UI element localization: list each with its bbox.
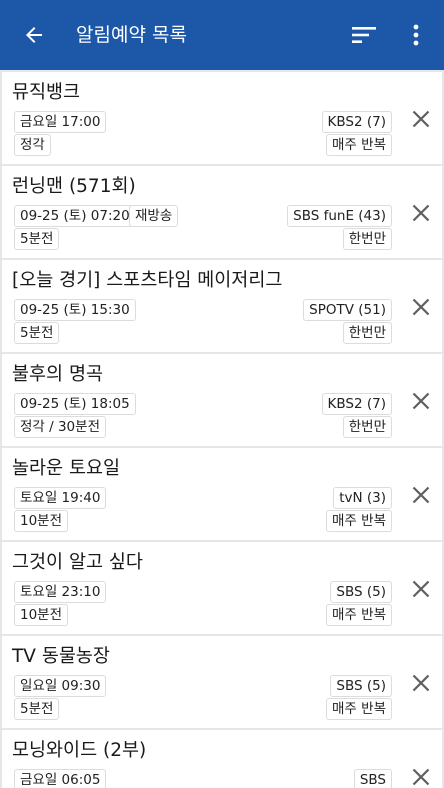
reservation-item[interactable]: TV 동물농장 일요일 09:30 SBS (5) 5분전 매주 반복 — [2, 636, 442, 728]
close-icon — [412, 392, 430, 410]
channel-chip: SBS (5) — [330, 581, 392, 603]
more-options-button[interactable] — [398, 17, 434, 53]
delete-button[interactable] — [406, 386, 436, 416]
program-title: 그것이 알고 싶다 — [12, 552, 143, 573]
delete-button[interactable] — [406, 574, 436, 604]
app-bar: 알림예약 목록 — [0, 0, 444, 70]
reservation-item[interactable]: 뮤직뱅크 금요일 17:00 KBS2 (7) 정각 매주 반복 — [2, 72, 442, 164]
close-icon — [412, 580, 430, 598]
page-title: 알림예약 목록 — [76, 24, 187, 46]
notify-chip: 10분전 — [14, 510, 69, 532]
notify-chip: 10분전 — [14, 604, 69, 626]
schedule-chip: 토요일 23:10 — [14, 581, 107, 603]
delete-button[interactable] — [406, 292, 436, 322]
program-title: 런닝맨 (571회) — [12, 176, 136, 197]
channel-chip: KBS2 (7) — [321, 393, 392, 415]
delete-button[interactable] — [406, 480, 436, 510]
program-title: [오늘 경기] 스포츠타임 메이저리그 — [12, 270, 283, 291]
program-title: 놀라운 토요일 — [12, 458, 121, 479]
channel-chip: SBS (5) — [330, 675, 392, 697]
channel-chip: SBS — [353, 769, 392, 788]
close-icon — [412, 768, 430, 786]
repeat-chip: 한번만 — [342, 416, 392, 438]
sort-icon — [352, 27, 376, 43]
close-icon — [412, 110, 430, 128]
notify-chip: 정각 / 30분전 — [14, 416, 106, 438]
sort-button[interactable] — [346, 17, 382, 53]
program-title: 모닝와이드 (2부) — [12, 740, 147, 761]
reservation-list[interactable]: 뮤직뱅크 금요일 17:00 KBS2 (7) 정각 매주 반복 런닝맨 (57… — [2, 70, 442, 788]
repeat-chip: 매주 반복 — [326, 134, 392, 156]
reservation-item[interactable]: [오늘 경기] 스포츠타임 메이저리그 09-25 (토) 15:30 SPOT… — [2, 260, 442, 352]
reservation-item[interactable]: 불후의 명곡 09-25 (토) 18:05 KBS2 (7) 정각 / 30분… — [2, 354, 442, 446]
channel-chip: SBS funE (43) — [287, 205, 392, 227]
back-arrow-icon — [26, 27, 42, 43]
schedule-chip: 토요일 19:40 — [14, 487, 107, 509]
schedule-chip: 금요일 06:05 — [14, 769, 107, 788]
schedule-chip: 일요일 09:30 — [14, 675, 107, 697]
schedule-chip: 09-25 (토) 07:20 — [14, 205, 136, 227]
reservation-item[interactable]: 놀라운 토요일 토요일 19:40 tvN (3) 10분전 매주 반복 — [2, 448, 442, 540]
program-title: 뮤직뱅크 — [12, 82, 81, 103]
repeat-chip: 매주 반복 — [326, 698, 392, 720]
schedule-chip: 금요일 17:00 — [14, 111, 107, 133]
delete-button[interactable] — [406, 668, 436, 698]
rerun-chip: 재방송 — [129, 205, 179, 227]
notify-chip: 5분전 — [14, 698, 60, 720]
notify-chip: 정각 — [14, 134, 51, 156]
close-icon — [412, 486, 430, 504]
channel-chip: KBS2 (7) — [321, 111, 392, 133]
notify-chip: 5분전 — [14, 322, 60, 344]
close-icon — [412, 674, 430, 692]
program-title: TV 동물농장 — [12, 646, 110, 667]
more-vert-icon — [413, 24, 419, 46]
schedule-chip: 09-25 (토) 15:30 — [14, 299, 136, 321]
repeat-chip: 한번만 — [342, 228, 392, 250]
repeat-chip: 매주 반복 — [326, 604, 392, 626]
notify-chip: 5분전 — [14, 228, 60, 250]
close-icon — [412, 298, 430, 316]
reservation-item[interactable]: 모닝와이드 (2부) 금요일 06:05 SBS — [2, 730, 442, 788]
reservation-item[interactable]: 그것이 알고 싶다 토요일 23:10 SBS (5) 10분전 매주 반복 — [2, 542, 442, 634]
channel-chip: SPOTV (51) — [303, 299, 392, 321]
channel-chip: tvN (3) — [333, 487, 392, 509]
delete-button[interactable] — [406, 104, 436, 134]
repeat-chip: 한번만 — [342, 322, 392, 344]
delete-button[interactable] — [406, 198, 436, 228]
reservation-item[interactable]: 런닝맨 (571회) 09-25 (토) 07:20 재방송 SBS funE … — [2, 166, 442, 258]
back-button[interactable] — [16, 17, 52, 53]
schedule-chip: 09-25 (토) 18:05 — [14, 393, 136, 415]
program-title: 불후의 명곡 — [12, 364, 103, 385]
repeat-chip: 매주 반복 — [326, 510, 392, 532]
delete-button[interactable] — [406, 762, 436, 788]
close-icon — [412, 204, 430, 222]
